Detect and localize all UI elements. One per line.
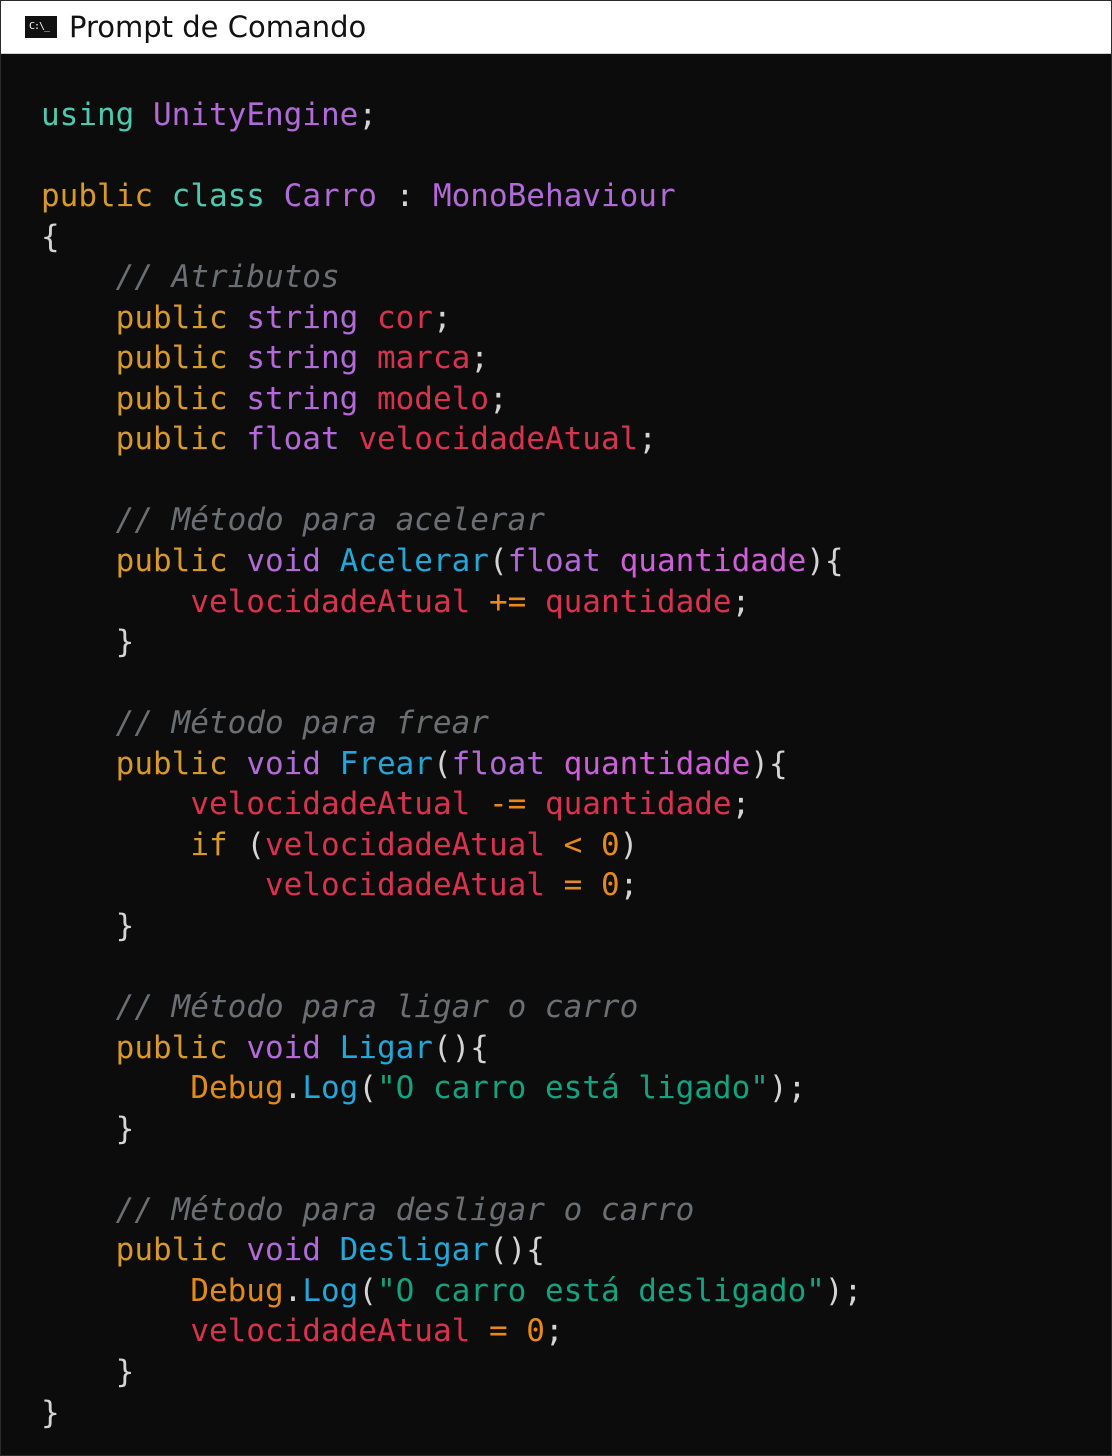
code-line-11: // Método para acelerar bbox=[115, 502, 545, 539]
code-line-29: public void Desligar(){ bbox=[115, 1232, 545, 1269]
code-line-18: velocidadeAtual -= quantidade; bbox=[190, 786, 751, 823]
code-line-32: } bbox=[115, 1353, 135, 1390]
code-line-1: using UnityEngine; bbox=[41, 97, 377, 133]
code-line-21: } bbox=[115, 907, 135, 944]
code-line-4: { bbox=[41, 218, 60, 255]
code-line-14: } bbox=[115, 624, 135, 661]
code-line-9: public float velocidadeAtual; bbox=[115, 421, 657, 458]
code-line-19: if (velocidadeAtual < 0) bbox=[190, 826, 639, 863]
code-line-7: public string marca; bbox=[115, 340, 489, 377]
code-line-28: // Método para desligar o carro bbox=[115, 1191, 695, 1228]
code-line-24: public void Ligar(){ bbox=[115, 1029, 489, 1066]
code-line-13: velocidadeAtual += quantidade; bbox=[190, 583, 751, 620]
code-line-33: } bbox=[41, 1394, 60, 1431]
code-line-3: public class Carro : MonoBehaviour bbox=[41, 178, 676, 215]
window-title: Prompt de Comando bbox=[69, 10, 367, 44]
code-line-5: // Atributos bbox=[115, 259, 340, 296]
code-line-6: public string cor; bbox=[115, 299, 452, 336]
code-line-26: } bbox=[115, 1110, 135, 1147]
cmd-icon-glyph: C:\_ bbox=[29, 21, 50, 32]
code-line-17: public void Frear(float quantidade){ bbox=[115, 745, 788, 782]
code-line-31: velocidadeAtual = 0; bbox=[190, 1313, 564, 1350]
console-output[interactable]: using UnityEngine; public class Carro : … bbox=[41, 95, 1101, 1445]
code-line-8: public string modelo; bbox=[115, 380, 508, 417]
code-line-30: Debug.Log("O carro está desligado"); bbox=[190, 1272, 863, 1309]
code-line-12: public void Acelerar(float quantidade){ bbox=[115, 543, 844, 580]
code-line-23: // Método para ligar o carro bbox=[115, 989, 639, 1026]
code-line-16: // Método para frear bbox=[115, 705, 489, 742]
cmd-icon: C:\_ bbox=[25, 16, 57, 38]
title-bar[interactable]: C:\_ Prompt de Comando bbox=[1, 1, 1111, 54]
code-line-25: Debug.Log("O carro está ligado"); bbox=[190, 1070, 807, 1107]
code-line-20: velocidadeAtual = 0; bbox=[264, 867, 639, 904]
command-prompt-window: C:\_ Prompt de Comando using UnityEngine… bbox=[0, 0, 1112, 1456]
